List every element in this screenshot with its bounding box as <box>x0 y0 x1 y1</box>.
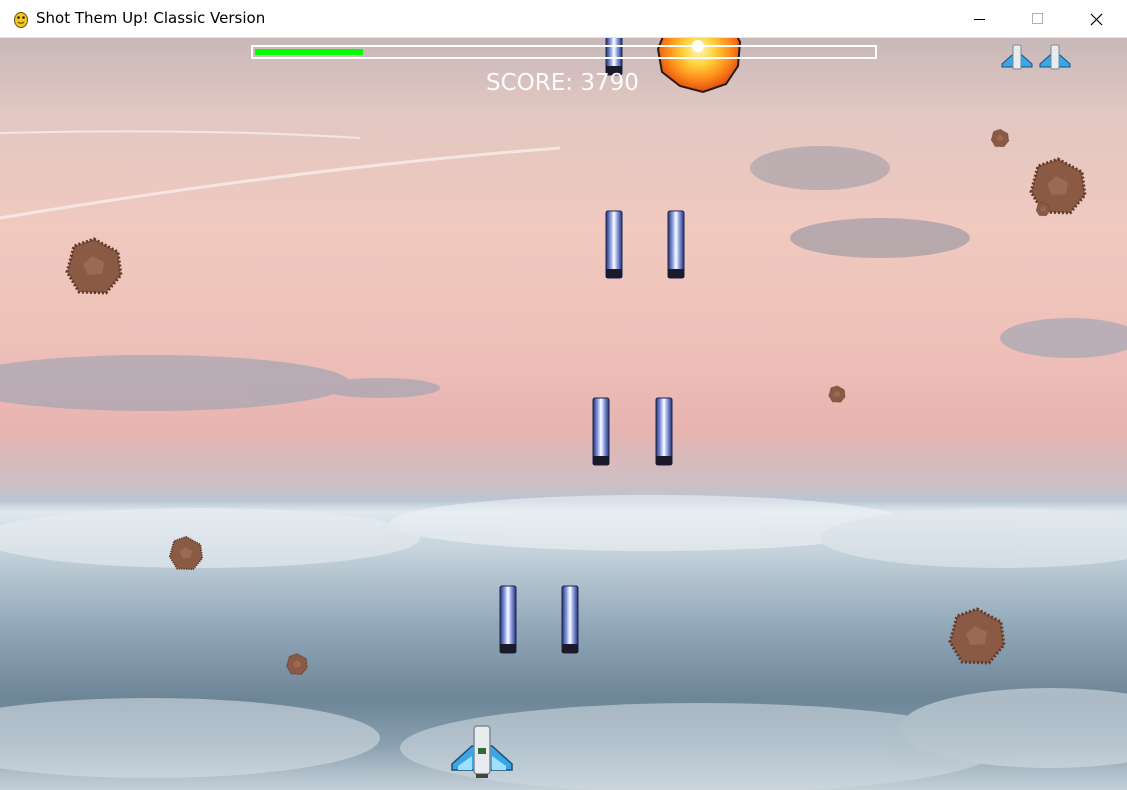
minimize-button[interactable] <box>951 0 1009 38</box>
minimize-icon <box>974 19 985 20</box>
sky-clouds <box>0 130 1127 411</box>
lives-indicator <box>1001 44 1071 70</box>
score-label: SCORE: <box>486 70 574 96</box>
player-ship-icon <box>1001 44 1033 70</box>
score-display: SCORE: 3790 <box>486 70 639 96</box>
game-window: Shot Them Up! Classic Version SCORE: 379… <box>0 0 1127 790</box>
close-icon <box>1090 13 1103 26</box>
maximize-icon <box>1032 13 1043 24</box>
maximize-button[interactable] <box>1009 0 1067 38</box>
window-title: Shot Them Up! Classic Version <box>36 9 266 27</box>
health-bar <box>251 45 877 59</box>
score-value: 3790 <box>580 70 639 96</box>
pygame-snake-icon <box>14 12 28 28</box>
close-button[interactable] <box>1067 0 1125 38</box>
health-bar-fill <box>255 49 363 55</box>
laser-group <box>499 38 685 654</box>
game-canvas[interactable]: SCORE: 3790 <box>0 38 1127 790</box>
title-bar[interactable]: Shot Them Up! Classic Version <box>0 0 1127 38</box>
game-scene <box>0 38 1127 790</box>
player-ship-icon <box>1039 44 1071 70</box>
